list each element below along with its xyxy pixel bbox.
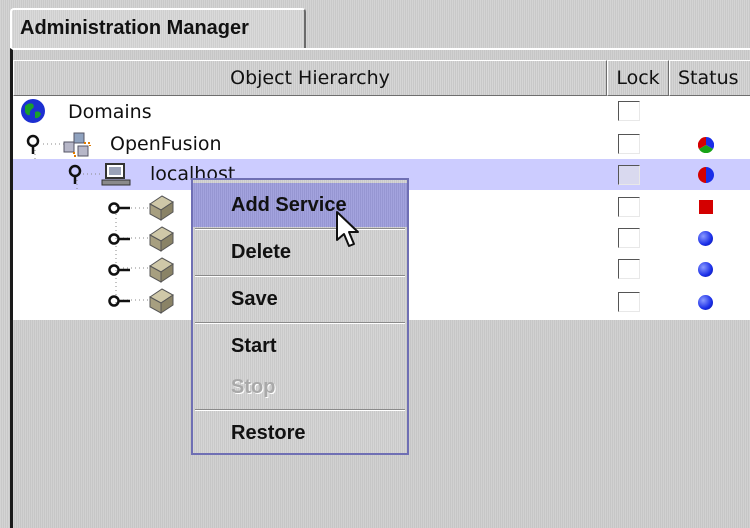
status-running-icon: [698, 231, 713, 246]
tab-administration-manager[interactable]: Administration Manager: [10, 8, 306, 48]
service-icon: [146, 287, 176, 319]
key-expand-icon[interactable]: [108, 200, 132, 219]
lock-checkbox[interactable]: [618, 228, 640, 248]
key-expand-icon[interactable]: [108, 293, 132, 312]
tab-label: Administration Manager: [20, 17, 249, 39]
menu-item-delete[interactable]: Delete: [193, 230, 407, 274]
key-expand-icon[interactable]: [108, 231, 132, 250]
column-header-label: Object Hierarchy: [230, 67, 390, 89]
lock-checkbox[interactable]: [618, 292, 640, 312]
lock-checkbox[interactable]: [618, 101, 640, 121]
computer-icon: [100, 162, 132, 192]
service-icon: [146, 194, 176, 226]
column-header-status[interactable]: Status: [669, 60, 750, 96]
menu-item-add-service[interactable]: Add Service: [193, 183, 407, 227]
menu-item-start[interactable]: Start: [193, 324, 407, 368]
mouse-cursor-icon: [335, 210, 361, 254]
expand-toggle-icon[interactable]: [68, 164, 84, 190]
column-header-object-hierarchy[interactable]: Object Hierarchy: [13, 60, 607, 96]
tree-node-label: OpenFusion: [110, 133, 222, 155]
column-header-label: Lock: [616, 67, 660, 89]
menu-item-restore[interactable]: Restore: [193, 411, 407, 455]
lock-checkbox[interactable]: [618, 165, 640, 185]
service-icon: [146, 225, 176, 257]
column-header-label: Status: [678, 67, 739, 89]
menu-item-stop: Stop: [231, 376, 276, 398]
status-multi-icon: [698, 167, 714, 187]
column-header-lock[interactable]: Lock: [607, 60, 669, 96]
lock-checkbox[interactable]: [618, 197, 640, 217]
expand-toggle-icon[interactable]: [26, 134, 42, 160]
status-running-icon: [698, 262, 713, 277]
tree-node-label: Domains: [68, 101, 152, 123]
status-running-icon: [698, 295, 713, 310]
menu-item-save[interactable]: Save: [193, 277, 407, 321]
tree-row-localhost[interactable]: localhost: [60, 160, 235, 192]
network-icon: [62, 132, 94, 162]
service-icon: [146, 256, 176, 288]
lock-checkbox[interactable]: [618, 134, 640, 154]
status-multi-icon: [697, 136, 715, 157]
context-menu: Add Service Delete Save Start Stop Resto…: [191, 178, 409, 455]
globe-icon: [20, 98, 46, 128]
key-expand-icon[interactable]: [108, 262, 132, 281]
status-stopped-icon: [699, 200, 713, 214]
lock-checkbox[interactable]: [618, 259, 640, 279]
